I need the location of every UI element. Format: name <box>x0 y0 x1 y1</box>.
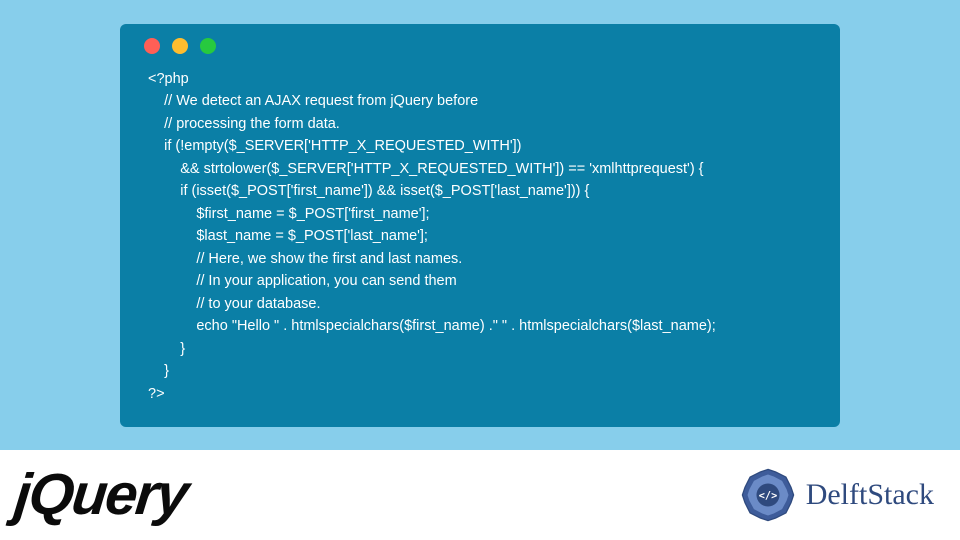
code-line: // Here, we show the first and last name… <box>148 251 462 267</box>
delftstack-logo: </> DelftStack <box>736 463 950 527</box>
code-block: <?php // We detect an AJAX request from … <box>138 68 822 405</box>
code-line: } <box>148 341 185 357</box>
code-line: // In your application, you can send the… <box>148 273 457 289</box>
window-controls <box>138 38 822 54</box>
code-line: // to your database. <box>148 296 320 312</box>
code-line: && strtolower($_SERVER['HTTP_X_REQUESTED… <box>148 161 704 177</box>
svg-text:</>: </> <box>758 490 777 502</box>
delftstack-text: DelftStack <box>806 478 934 512</box>
code-line: $last_name = $_POST['last_name']; <box>148 228 428 244</box>
code-line: echo "Hello " . htmlspecialchars($first_… <box>148 318 716 334</box>
code-line: <?php <box>148 71 189 87</box>
code-line: // processing the form data. <box>148 116 340 132</box>
delftstack-icon: </> <box>736 463 800 527</box>
code-line: // We detect an AJAX request from jQuery… <box>148 93 478 109</box>
code-line: ?> <box>148 386 165 402</box>
code-line: $first_name = $_POST['first_name']; <box>148 206 430 222</box>
code-line: if (isset($_POST['first_name']) && isset… <box>148 183 589 199</box>
code-line: } <box>148 363 169 379</box>
footer: jQuery </> DelftStack <box>0 450 960 540</box>
jquery-logo: jQuery <box>7 466 190 524</box>
code-line: if (!empty($_SERVER['HTTP_X_REQUESTED_WI… <box>148 138 521 154</box>
minimize-icon <box>172 38 188 54</box>
maximize-icon <box>200 38 216 54</box>
code-window: <?php // We detect an AJAX request from … <box>120 24 840 427</box>
close-icon <box>144 38 160 54</box>
